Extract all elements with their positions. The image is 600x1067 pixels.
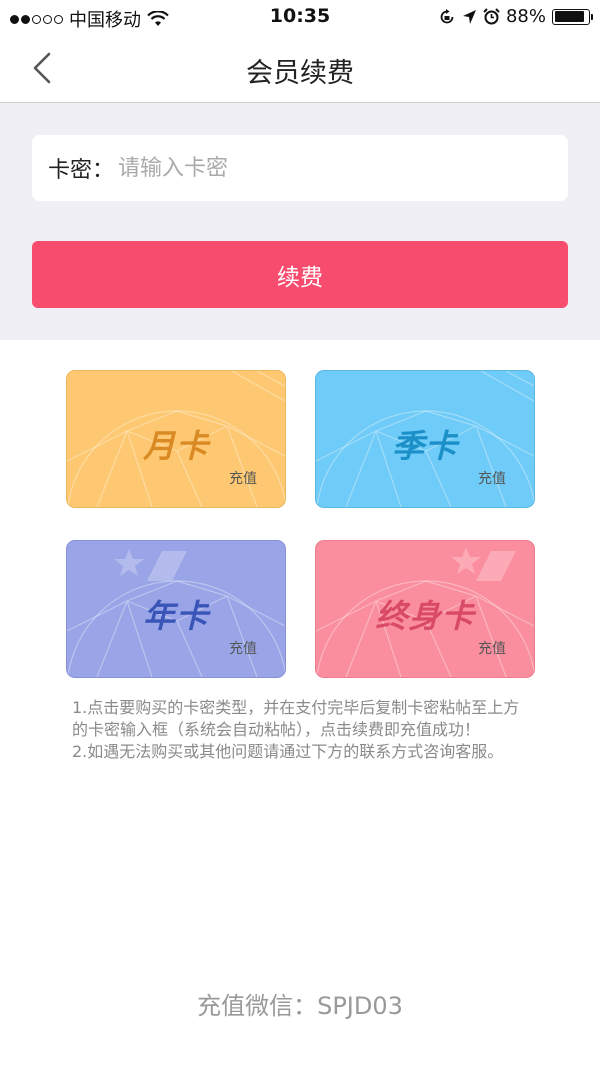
renew-button[interactable]: 续费 — [32, 241, 568, 308]
contact-wechat: 充值微信：SPJD03 — [197, 992, 403, 1020]
instruction-item: 2.如遇无法购买或其他问题请通过下方的联系方式咨询客服。 — [72, 742, 504, 761]
card-key-label: 卡密： — [48, 158, 115, 183]
renew-form-section: 卡密： 续费 — [0, 103, 600, 340]
status-bar: 中国移动 10:35 88% — [0, 0, 600, 34]
status-left: 中国移动 — [10, 6, 169, 32]
signal-icon — [10, 14, 63, 24]
location-icon — [462, 9, 476, 24]
instructions: 1.点击要购买的卡密类型，并在支付完毕后复制卡密粘帖至上方的卡密输入框（系统会自… — [72, 697, 534, 763]
card-lifetime[interactable]: 终身卡 充值 — [315, 540, 535, 678]
card-yearly[interactable]: 年卡 充值 — [66, 540, 286, 678]
orientation-lock-icon — [440, 8, 454, 23]
card-title: 年卡 — [142, 597, 209, 635]
recharge-label: 充值 — [229, 471, 257, 487]
status-right: 88% — [438, 6, 593, 27]
recharge-label: 充值 — [229, 641, 257, 657]
card-title: 季卡 — [391, 427, 458, 465]
wifi-icon — [147, 11, 169, 26]
card-key-input-box: 卡密： — [32, 135, 568, 201]
card-title: 终身卡 — [375, 597, 475, 635]
battery-percent: 88% — [505, 6, 546, 27]
card-quarterly[interactable]: 季卡 充值 — [315, 370, 535, 508]
card-title: 月卡 — [142, 427, 209, 465]
card-monthly[interactable]: 月卡 充值 — [66, 370, 286, 508]
battery-icon — [552, 8, 593, 25]
instruction-item: 1.点击要购买的卡密类型，并在支付完毕后复制卡密粘帖至上方的卡密输入框（系统会自… — [72, 698, 520, 739]
recharge-label: 充值 — [478, 471, 506, 487]
recharge-label: 充值 — [478, 641, 506, 657]
card-key-input[interactable] — [116, 154, 568, 182]
battery-fill — [554, 11, 584, 22]
page-title: 会员续费 — [246, 58, 354, 89]
carrier-label: 中国移动 — [69, 10, 141, 31]
nav-bar: 会员续费 — [0, 34, 600, 103]
alarm-icon — [483, 8, 500, 25]
